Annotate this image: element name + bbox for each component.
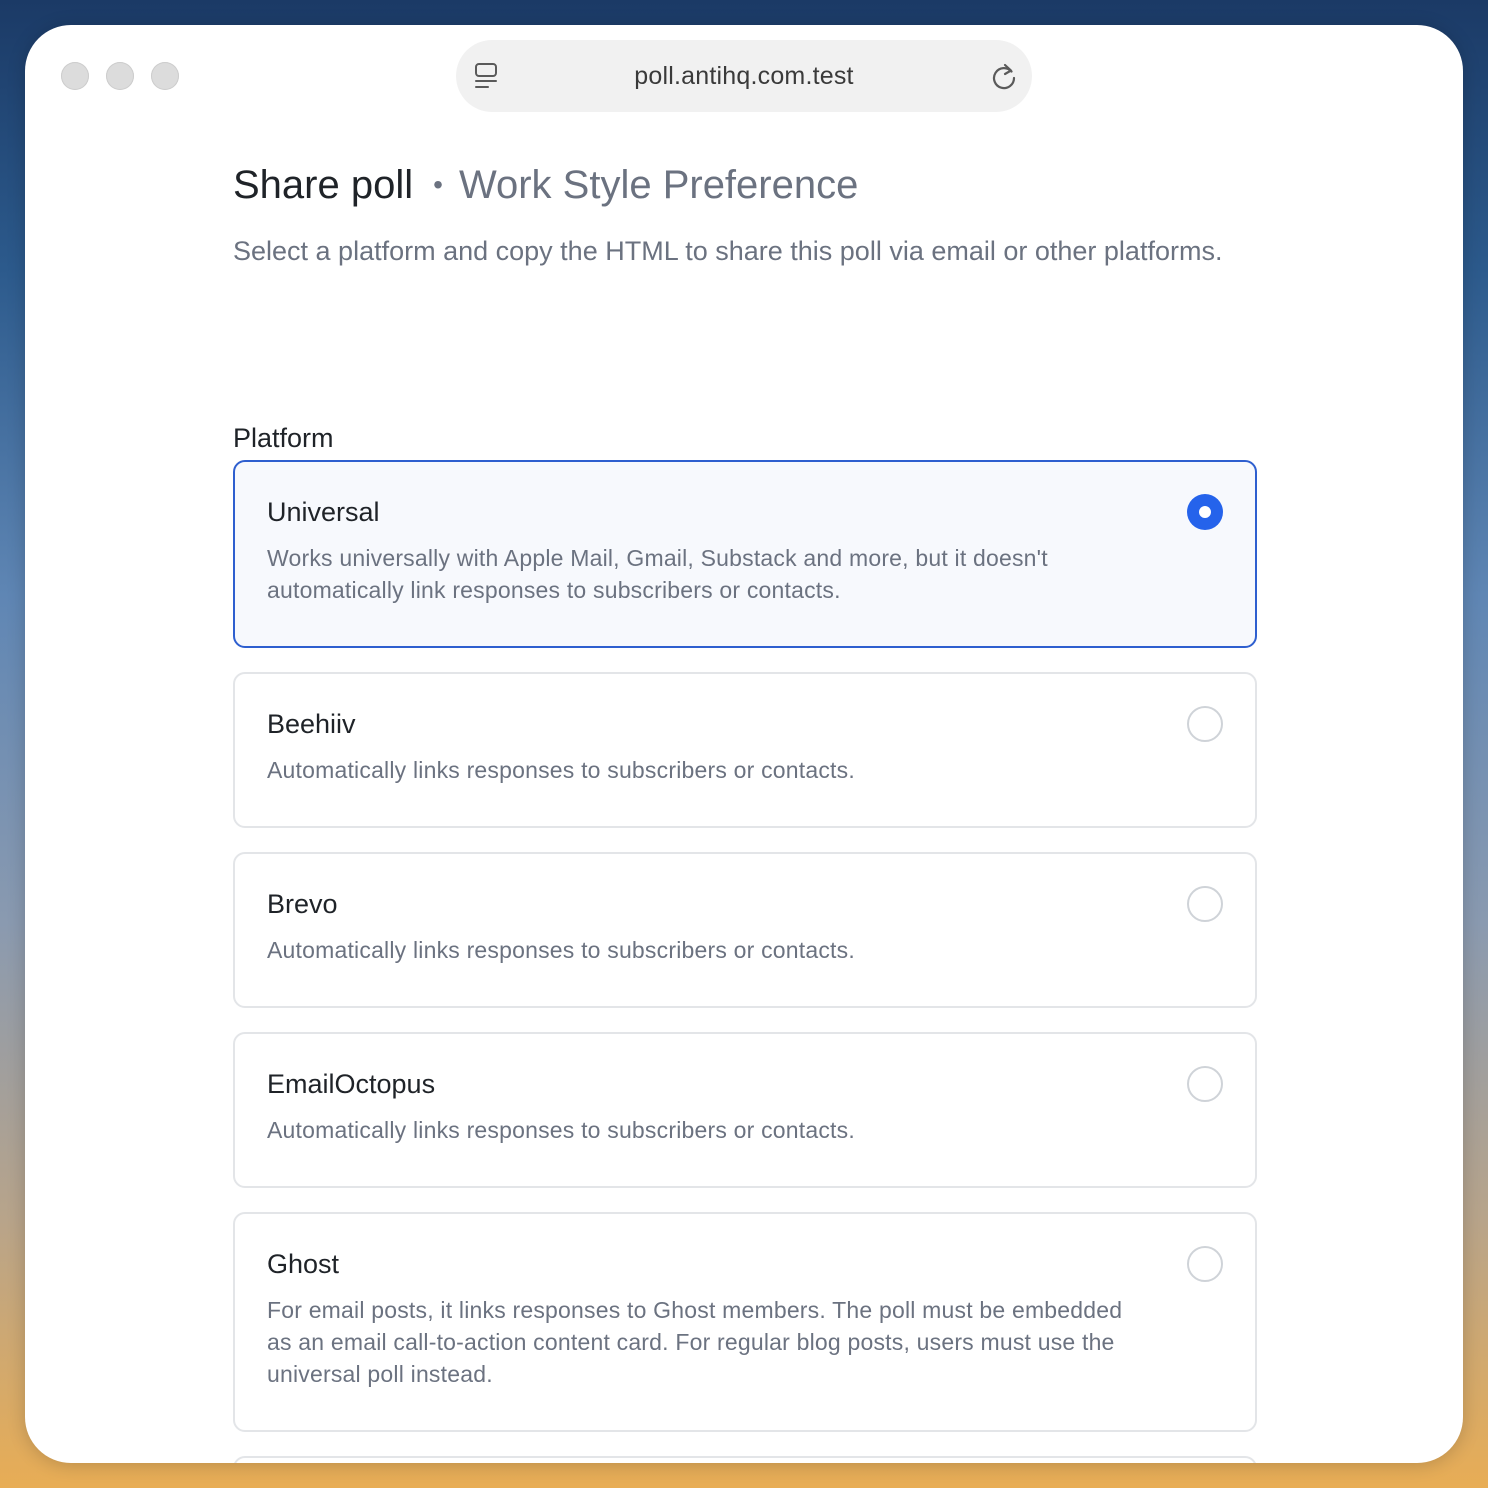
share-poll-panel: Share poll • Work Style Preference Select … <box>233 155 1257 1463</box>
option-title: EmailOctopus <box>267 1069 436 1099</box>
radio-brevo[interactable] <box>1187 886 1223 922</box>
radio-emailoctopus[interactable] <box>1187 1066 1223 1102</box>
page-title: Share poll • Work Style Preference <box>233 155 1257 215</box>
reload-icon[interactable] <box>990 62 1018 90</box>
browser-window: poll.antihq.com.test Share poll • Work Sty… <box>25 25 1463 1463</box>
zoom-window-button[interactable] <box>151 62 179 90</box>
platform-label: Platform <box>233 423 334 453</box>
platform-option-universal[interactable]: Universal Works universally with Apple M… <box>233 460 1257 648</box>
platform-option-ghost[interactable]: Ghost For email posts, it links response… <box>233 1212 1257 1432</box>
platform-option-next[interactable] <box>233 1456 1257 1463</box>
page-title-text: Share poll <box>233 163 414 207</box>
option-title: Beehiiv <box>267 709 356 739</box>
option-description: Automatically links responses to subscri… <box>267 937 855 963</box>
title-separator: • <box>433 169 443 200</box>
page-description: Select a platform and copy the HTML to s… <box>233 236 1223 266</box>
url-text: poll.antihq.com.test <box>634 62 854 90</box>
option-title: Ghost <box>267 1249 340 1279</box>
option-description: Works universally with Apple Mail, Gmail… <box>267 545 1048 603</box>
minimize-window-button[interactable] <box>106 62 134 90</box>
radio-beehiiv[interactable] <box>1187 706 1223 742</box>
poll-name: Work Style Preference <box>458 163 859 207</box>
window-controls <box>61 62 179 90</box>
radio-universal[interactable] <box>1187 494 1223 530</box>
option-description: For email posts, it links responses to G… <box>267 1297 1123 1387</box>
radio-ghost[interactable] <box>1187 1246 1223 1282</box>
platform-option-beehiiv[interactable]: Beehiiv Automatically links responses to… <box>233 672 1257 828</box>
platform-option-emailoctopus[interactable]: EmailOctopus Automatically links respons… <box>233 1032 1257 1188</box>
option-description: Automatically links responses to subscri… <box>267 1117 855 1143</box>
option-description: Automatically links responses to subscri… <box>267 757 855 783</box>
option-title: Universal <box>267 497 380 527</box>
option-title: Brevo <box>267 889 338 919</box>
platform-option-brevo[interactable]: Brevo Automatically links responses to s… <box>233 852 1257 1008</box>
address-bar[interactable]: poll.antihq.com.test <box>456 40 1032 112</box>
close-window-button[interactable] <box>61 62 89 90</box>
